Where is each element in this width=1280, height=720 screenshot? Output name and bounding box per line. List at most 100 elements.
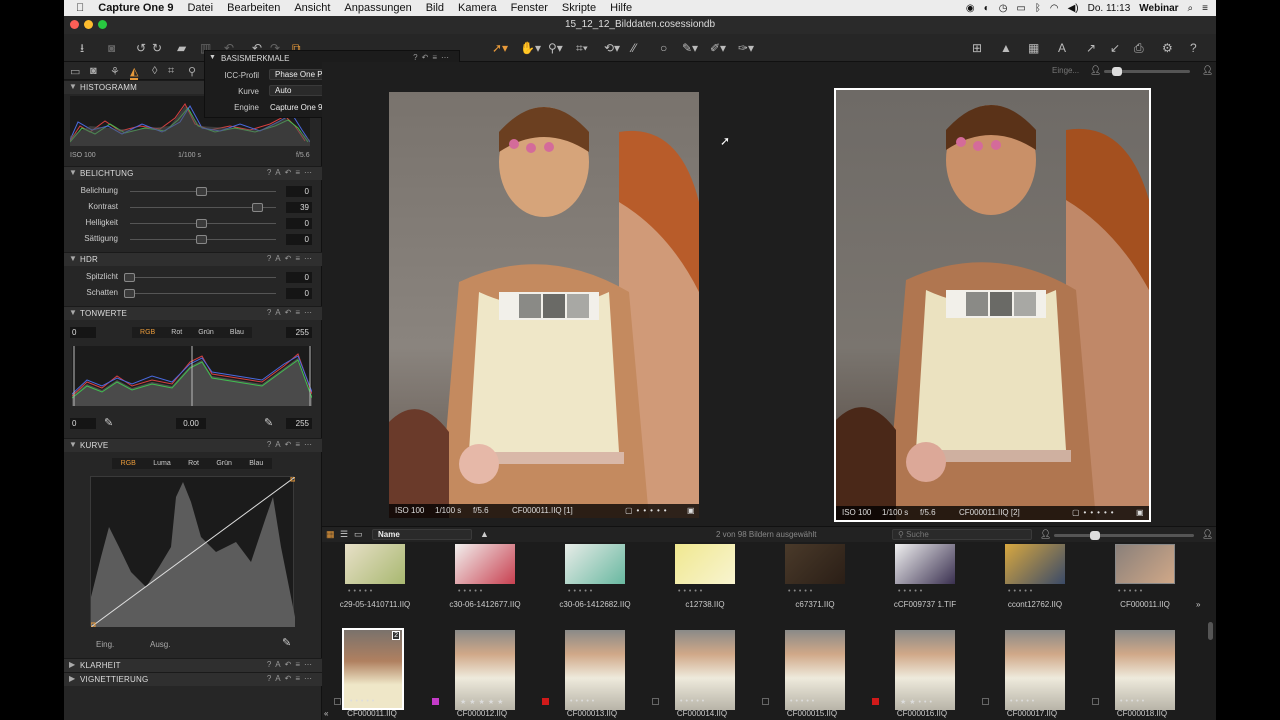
thumbnail[interactable]	[455, 544, 515, 584]
eyedropper-black-icon[interactable]: ✎	[104, 416, 113, 429]
rating[interactable]: •••••	[348, 588, 375, 595]
rating[interactable]: ★★★★★	[460, 698, 506, 706]
exposure-tab-icon[interactable]: ◭	[130, 65, 139, 80]
tonwerte-output-min[interactable]: 0	[70, 418, 96, 429]
helligkeit-value[interactable]: 0	[286, 218, 312, 229]
text-icon[interactable]: A	[1058, 41, 1066, 55]
belichtung-slider-knob[interactable]	[196, 187, 207, 196]
close-button[interactable]	[70, 20, 79, 29]
browser-scrollbar[interactable]	[1208, 622, 1213, 640]
tool-actions-icon[interactable]: ?A↶≡⋯	[267, 440, 316, 449]
tonwerte-gamma[interactable]: 0.00	[176, 418, 206, 429]
person-large-icon[interactable]: 👤︎	[1202, 65, 1213, 76]
hdr-header[interactable]: ▼ HDR ?A↶≡⋯	[64, 252, 322, 266]
person-icon[interactable]: 👤︎	[1090, 65, 1101, 76]
spotlight-icon[interactable]: ⌕	[1188, 3, 1194, 14]
thumb-size-slider-knob[interactable]	[1090, 531, 1100, 540]
volume-icon[interactable]: ◀)	[1068, 3, 1079, 14]
image-1-menu-icon[interactable]: ▣	[687, 504, 695, 518]
help-icon[interactable]: ?	[1190, 41, 1197, 55]
spitzlicht-slider-knob[interactable]	[124, 273, 135, 282]
spitzlicht-value[interactable]: 0	[286, 272, 312, 283]
person-icon[interactable]: 👤︎	[1040, 529, 1051, 540]
rating[interactable]: •••••	[1010, 698, 1037, 705]
rating[interactable]: •••••	[458, 588, 485, 595]
capture-tab-icon[interactable]: ◙	[90, 65, 97, 77]
airplay-icon[interactable]: ▭	[1016, 3, 1025, 14]
export-icon[interactable]: ↗	[1086, 41, 1096, 55]
library-tab-icon[interactable]: ▭	[70, 65, 80, 78]
print-icon[interactable]: ⎙	[1134, 41, 1144, 55]
color-tag[interactable]	[652, 698, 659, 705]
warning-icon[interactable]: ▲	[1000, 41, 1012, 55]
brush-tool-icon[interactable]: ✎▾	[682, 41, 698, 55]
saettigung-slider-knob[interactable]	[196, 235, 207, 244]
kurve-tab-luma[interactable]: Luma	[153, 460, 171, 467]
thumbnail[interactable]	[675, 544, 735, 584]
color-tag[interactable]	[334, 698, 341, 705]
rating[interactable]: •••••	[1118, 588, 1145, 595]
kurve-header[interactable]: ▼ KURVE ?A↶≡⋯	[64, 438, 322, 452]
picker-tool-icon[interactable]: ✐▾	[710, 41, 726, 55]
vignettierung-header[interactable]: ▶ VIGNETTIERUNG ?A↶≡⋯	[64, 672, 322, 686]
kurve-tab-gruen[interactable]: Grün	[216, 460, 232, 467]
belichtung-header[interactable]: ▼ BELICHTUNG ?A↶≡⋯	[64, 166, 322, 180]
eyedropper-white-icon[interactable]: ✎	[264, 416, 273, 429]
tonwerte-tab-blau[interactable]: Blau	[230, 329, 244, 336]
sort-direction-icon[interactable]: ▲	[480, 529, 489, 539]
rating[interactable]: •••••	[1008, 588, 1035, 595]
kurve-tab-blau[interactable]: Blau	[249, 460, 263, 467]
zoom-button[interactable]	[98, 20, 107, 29]
wifi-icon[interactable]: ◠	[1050, 3, 1059, 14]
import-icon[interactable]: ⭳	[80, 41, 84, 55]
klarheit-header[interactable]: ▶ KLARHEIT ?A↶≡⋯	[64, 658, 322, 672]
bluetooth-icon[interactable]: ᛒ	[1035, 3, 1041, 14]
rating[interactable]: •••••	[790, 698, 817, 705]
rating[interactable]: ★★•••	[900, 698, 935, 706]
rating[interactable]: •••••	[678, 588, 705, 595]
pan-tool-icon[interactable]: ✋▾	[520, 41, 541, 55]
image-variant-2[interactable]: ISO 100 1/100 s f/5.6 CF000011.IIQ [2] ▢…	[834, 88, 1151, 522]
sort-select[interactable]: Name	[372, 529, 472, 540]
rotate-left-icon[interactable]: ↺	[136, 41, 146, 55]
thumbnail[interactable]	[1115, 544, 1175, 584]
thumbnail[interactable]	[1005, 544, 1065, 584]
grid-icon[interactable]: ⊞	[972, 41, 982, 55]
apple-icon[interactable]: 	[76, 2, 84, 14]
menu-app[interactable]: Capture One 9	[98, 2, 173, 14]
tonwerte-input-max[interactable]: 255	[286, 327, 312, 338]
color-tag-red[interactable]	[542, 698, 549, 705]
sync-icon[interactable]: ◐	[984, 3, 990, 14]
tonwerte-header[interactable]: ▼ TONWERTE ?A↶≡⋯	[64, 306, 322, 320]
menu-datei[interactable]: Datei	[187, 2, 213, 14]
tonwerte-output-max[interactable]: 255	[286, 418, 312, 429]
rating[interactable]: •••••	[898, 588, 925, 595]
menu-ansicht[interactable]: Ansicht	[294, 2, 330, 14]
image-1-rating[interactable]: ▢•••••	[625, 504, 671, 518]
schatten-slider-knob[interactable]	[124, 289, 135, 298]
user-name[interactable]: Webinar	[1139, 3, 1178, 14]
schatten-value[interactable]: 0	[286, 288, 312, 299]
kurve-graph[interactable]	[90, 476, 296, 628]
camera-icon[interactable]: ◙	[108, 41, 115, 55]
kurve-tab-rgb[interactable]: RGB	[121, 460, 136, 467]
belichtung-value[interactable]: 0	[286, 186, 312, 197]
lens-tab-icon[interactable]: ◊	[152, 65, 157, 77]
spitzlicht-slider[interactable]	[130, 277, 276, 278]
list-icon[interactable]: ≡	[1202, 3, 1208, 14]
saettigung-value[interactable]: 0	[286, 234, 312, 245]
tool-actions-icon[interactable]: ?A↶≡⋯	[267, 254, 316, 263]
filmstrip-view-icon[interactable]: ▭	[354, 529, 363, 540]
eyedropper-icon[interactable]: ✎	[282, 636, 291, 649]
tonwerte-tab-rot[interactable]: Rot	[171, 329, 182, 336]
tonwerte-tab-gruen[interactable]: Grün	[198, 329, 214, 336]
minimize-button[interactable]	[84, 20, 93, 29]
tonwerte-tab-rgb[interactable]: RGB	[140, 329, 155, 336]
menu-fenster[interactable]: Fenster	[511, 2, 548, 14]
image-2-rating[interactable]: ▢•••••	[1072, 506, 1118, 520]
menu-kamera[interactable]: Kamera	[458, 2, 497, 14]
scroll-right-icon[interactable]: »	[1196, 600, 1200, 609]
person-large-icon[interactable]: 👤︎	[1202, 529, 1213, 540]
rating[interactable]: •••••	[570, 698, 597, 705]
color-tag[interactable]	[762, 698, 769, 705]
